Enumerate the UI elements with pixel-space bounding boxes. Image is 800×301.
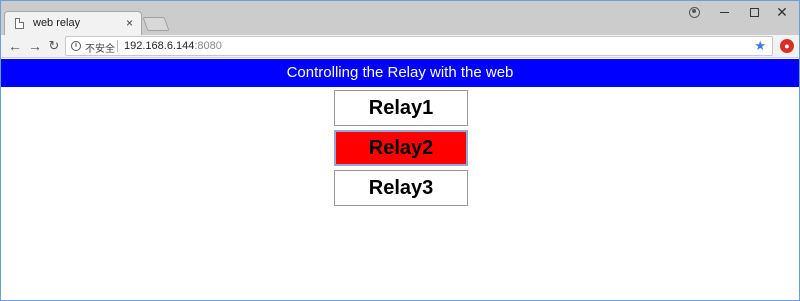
- extension-icon[interactable]: ●: [780, 39, 794, 53]
- minimize-icon: [719, 11, 729, 13]
- tab-title: web relay: [33, 17, 81, 29]
- new-tab-button[interactable]: [142, 17, 170, 31]
- url-text[interactable]: 192.168.6.144:8080: [124, 40, 222, 52]
- bookmark-star-icon[interactable]: ★: [754, 38, 766, 54]
- maximize-icon: [749, 7, 759, 17]
- relay1-button[interactable]: Relay1: [334, 90, 468, 126]
- security-status[interactable]: 不安全: [85, 40, 115, 55]
- profile-icon[interactable]: [678, 1, 710, 23]
- reload-icon[interactable]: ↻: [46, 38, 62, 54]
- page-content: Controlling the Relay with the web Relay…: [1, 58, 799, 300]
- address-bar[interactable]: i 不安全 192.168.6.144:8080 ★: [65, 36, 773, 56]
- relay2-button[interactable]: Relay2: [334, 130, 468, 166]
- browser-tab[interactable]: web relay ×: [4, 11, 142, 35]
- relay3-button[interactable]: Relay3: [334, 170, 468, 206]
- url-host: 192.168.6.144: [124, 40, 195, 52]
- tab-close-icon[interactable]: ×: [126, 15, 133, 31]
- page-banner: Controlling the Relay with the web: [1, 59, 799, 87]
- page-favicon-icon: [15, 18, 24, 29]
- tab-strip: web relay × ✕: [1, 1, 799, 35]
- minimize-button[interactable]: [708, 1, 740, 23]
- browser-window: web relay × ✕ ← → ↻ i 不安全 192.168.6.144:…: [0, 0, 800, 301]
- address-divider: [117, 40, 118, 52]
- browser-toolbar: ← → ↻ i 不安全 192.168.6.144:8080 ★ ●: [1, 35, 799, 58]
- url-port: :8080: [194, 40, 222, 52]
- back-arrow-icon[interactable]: ←: [7, 38, 23, 54]
- forward-arrow-icon[interactable]: →: [27, 38, 43, 54]
- window-close-button[interactable]: ✕: [766, 1, 798, 23]
- info-icon[interactable]: i: [71, 41, 81, 51]
